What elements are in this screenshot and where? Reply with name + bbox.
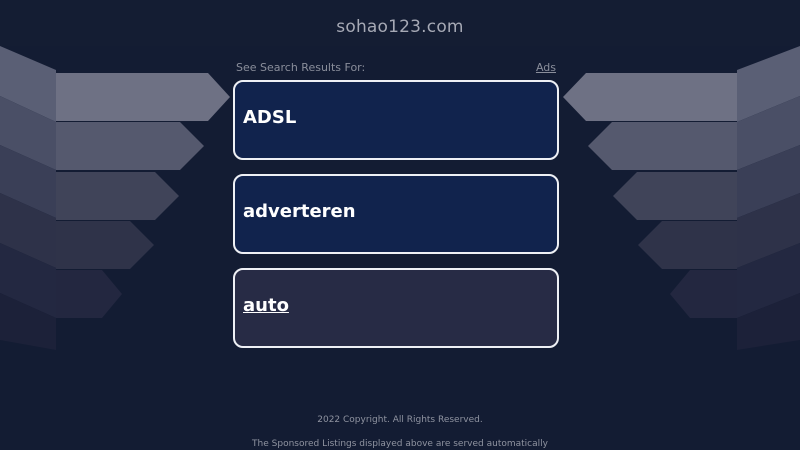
results-header-label: See Search Results For: — [236, 61, 366, 74]
footer-disclaimer: The Sponsored Listings displayed above a… — [252, 439, 548, 449]
footer-copyright: 2022 Copyright. All Rights Reserved. — [317, 415, 483, 425]
results-header: See Search Results For: Ads — [236, 61, 556, 77]
search-result-label: ADSL — [243, 107, 297, 128]
search-result-label: auto — [243, 295, 289, 316]
search-result-link[interactable]: auto — [233, 268, 559, 348]
site-domain-title: sohao123.com — [336, 17, 464, 37]
search-result-link[interactable]: ADSL — [233, 80, 559, 160]
search-result-label: adverteren — [243, 201, 356, 222]
search-result-link[interactable]: adverteren — [233, 174, 559, 254]
ads-link[interactable]: Ads — [536, 61, 556, 74]
